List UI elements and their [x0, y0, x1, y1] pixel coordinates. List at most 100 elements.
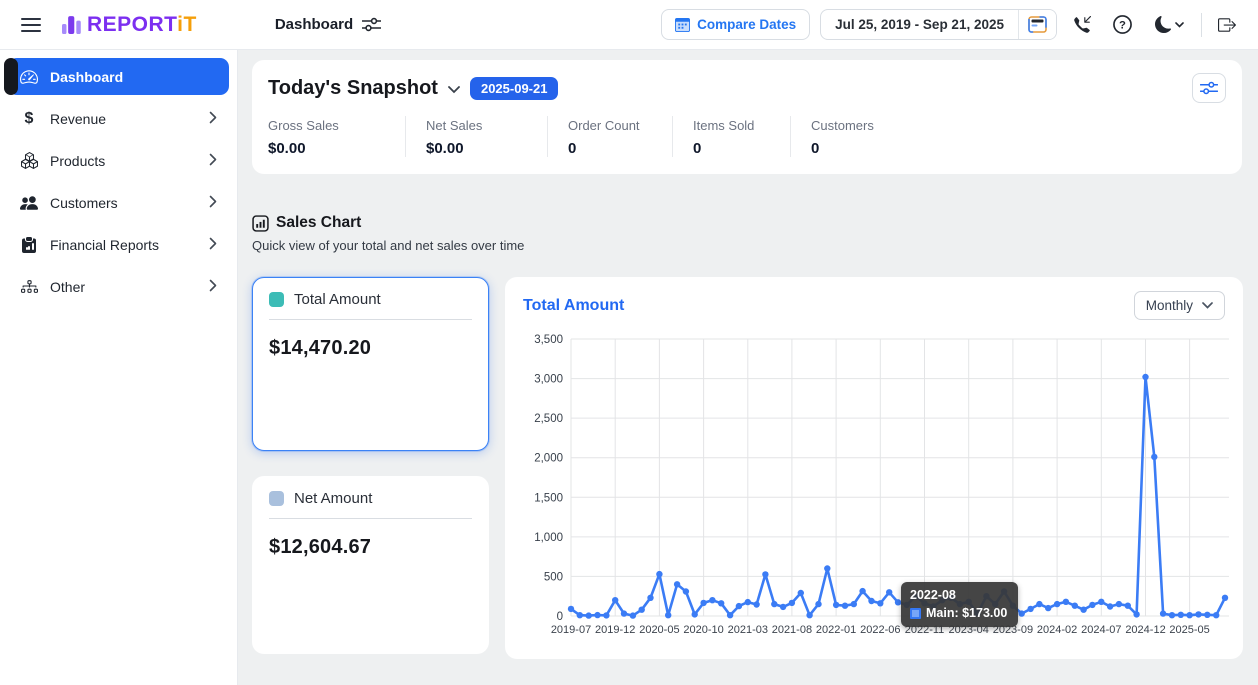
sidebar-item-label: Products: [50, 153, 105, 169]
logout-icon: [1218, 16, 1236, 34]
metric-card-net-amount[interactable]: Net Amount $12,604.67: [252, 476, 489, 654]
metric-value: $12,604.67: [269, 536, 472, 559]
people-icon: [20, 194, 38, 212]
calendar-icon: [675, 17, 690, 32]
stat-order-count: Order Count0: [547, 116, 672, 157]
date-range-control: Jul 25, 2019 - Sep 21, 2025: [820, 9, 1057, 40]
stat-label: Order Count: [568, 118, 672, 133]
sidebar-item-financial-reports[interactable]: Financial Reports: [8, 226, 229, 263]
stat-label: Customers: [811, 118, 874, 133]
stat-label: Net Sales: [426, 118, 547, 133]
brand-logo[interactable]: REPORTiT: [62, 13, 197, 37]
interval-select[interactable]: Monthly: [1134, 291, 1225, 320]
sales-line-chart[interactable]: 05001,0001,5002,0002,5003,0003,5002019-0…: [519, 326, 1229, 644]
svg-text:2021-08: 2021-08: [772, 624, 812, 636]
svg-text:2023-04: 2023-04: [949, 624, 989, 636]
stat-items-sold: Items Sold 0: [672, 116, 790, 157]
hamburger-menu-button[interactable]: [16, 10, 46, 40]
sidebar-item-label: Revenue: [50, 111, 106, 127]
metric-value: $14,470.20: [269, 337, 472, 360]
sidebar-item-revenue[interactable]: $ Revenue: [8, 100, 229, 137]
sidebar-item-other[interactable]: Other: [8, 268, 229, 305]
snapshot-title: Today's Snapshot: [268, 77, 438, 100]
svg-text:0: 0: [557, 611, 563, 623]
sales-chart-panel: Total Amount Monthly 05001,0001,5002,000…: [505, 277, 1243, 659]
topbar: REPORTiT Dashboard Compare Dates Jul 25,…: [0, 0, 1258, 50]
svg-text:2020-05: 2020-05: [639, 624, 679, 636]
svg-text:2021-03: 2021-03: [728, 624, 768, 636]
svg-text:2019-07: 2019-07: [551, 624, 591, 636]
date-picker-panel-button[interactable]: [1018, 10, 1056, 39]
metric-label: Total Amount: [294, 291, 381, 308]
sidebar-item-label: Other: [50, 279, 85, 295]
chevron-right-icon: [209, 111, 217, 127]
sidebar: Dashboard $ Revenue Products Customers Financ…: [0, 50, 238, 685]
gauge-icon: [20, 68, 38, 86]
series-swatch-icon: [269, 491, 284, 506]
stat-customers: Customers 0: [790, 116, 874, 157]
topbar-divider: [1201, 13, 1202, 37]
todays-snapshot-card: Today's Snapshot 2025-09-21 Gross Sales $…: [252, 60, 1242, 174]
series-swatch-icon: [269, 292, 284, 307]
date-range-value[interactable]: Jul 25, 2019 - Sep 21, 2025: [821, 10, 1018, 39]
sidebar-item-label: Financial Reports: [50, 237, 159, 253]
svg-text:2019-12: 2019-12: [595, 624, 635, 636]
boxes-icon: [20, 152, 38, 169]
svg-text:500: 500: [544, 571, 563, 583]
chart-title: Total Amount: [523, 297, 624, 315]
svg-text:2022-01: 2022-01: [816, 624, 856, 636]
svg-text:3,500: 3,500: [534, 334, 563, 346]
stat-net-sales: Net Sales$0.00: [405, 116, 547, 157]
svg-text:2024-02: 2024-02: [1037, 624, 1077, 636]
help-button[interactable]: ?: [1107, 10, 1137, 40]
stat-value: 0: [693, 140, 790, 157]
dollar-icon: $: [20, 110, 38, 128]
sidebar-item-dashboard[interactable]: Dashboard: [8, 58, 229, 95]
stat-label: Items Sold: [693, 118, 790, 133]
stat-gross-sales: Gross Sales $0.00: [268, 116, 405, 157]
page-title: Dashboard: [275, 16, 353, 33]
main-content: Today's Snapshot 2025-09-21 Gross Sales $…: [238, 50, 1258, 685]
chevron-down-icon[interactable]: [448, 86, 460, 94]
interval-select-value: Monthly: [1146, 298, 1193, 313]
stat-value: 0: [811, 140, 874, 157]
svg-text:2,000: 2,000: [534, 453, 563, 465]
clipboard-chart-icon: [20, 237, 38, 253]
snapshot-date-badge: 2025-09-21: [470, 77, 559, 100]
stat-value: $0.00: [268, 140, 405, 157]
sidebar-item-customers[interactable]: Customers: [8, 184, 229, 221]
sliders-icon: [1200, 80, 1218, 96]
sidebar-item-products[interactable]: Products: [8, 142, 229, 179]
chevron-right-icon: [209, 195, 217, 211]
svg-text:1,000: 1,000: [534, 532, 563, 544]
svg-text:2023-09: 2023-09: [993, 624, 1033, 636]
svg-text:2022-06: 2022-06: [860, 624, 900, 636]
hamburger-icon: [21, 17, 41, 33]
page-settings-sliders-icon[interactable]: [362, 16, 381, 33]
metric-label: Net Amount: [294, 490, 372, 507]
theme-toggle-button[interactable]: [1147, 10, 1191, 40]
logout-button[interactable]: [1212, 10, 1242, 40]
sales-chart-icon: [252, 215, 269, 232]
dark-mode-moon-icon: [1155, 16, 1172, 33]
sidebar-item-label: Customers: [50, 195, 118, 211]
compare-dates-label: Compare Dates: [697, 17, 796, 32]
bar-chart-logo-icon: [62, 15, 81, 34]
chevron-down-icon: [1202, 302, 1213, 309]
calls-button[interactable]: [1067, 10, 1097, 40]
metric-card-total-amount[interactable]: Total Amount $14,470.20: [252, 277, 489, 451]
svg-text:2025-05: 2025-05: [1169, 624, 1209, 636]
chevron-right-icon: [209, 279, 217, 295]
chart-plot-area[interactable]: 05001,0001,5002,0002,5003,0003,5002019-0…: [519, 326, 1229, 649]
date-picker-panel-icon: [1028, 16, 1047, 33]
sales-section-subtitle: Quick view of your total and net sales o…: [252, 238, 1242, 253]
compare-dates-button[interactable]: Compare Dates: [661, 9, 810, 40]
svg-text:3,000: 3,000: [534, 374, 563, 386]
chevron-right-icon: [209, 153, 217, 169]
chevron-right-icon: [209, 237, 217, 253]
stat-label: Gross Sales: [268, 118, 405, 133]
svg-text:2020-10: 2020-10: [683, 624, 723, 636]
svg-text:2024-07: 2024-07: [1081, 624, 1121, 636]
snapshot-settings-button[interactable]: [1192, 73, 1226, 103]
svg-text:2022-11: 2022-11: [905, 624, 945, 636]
